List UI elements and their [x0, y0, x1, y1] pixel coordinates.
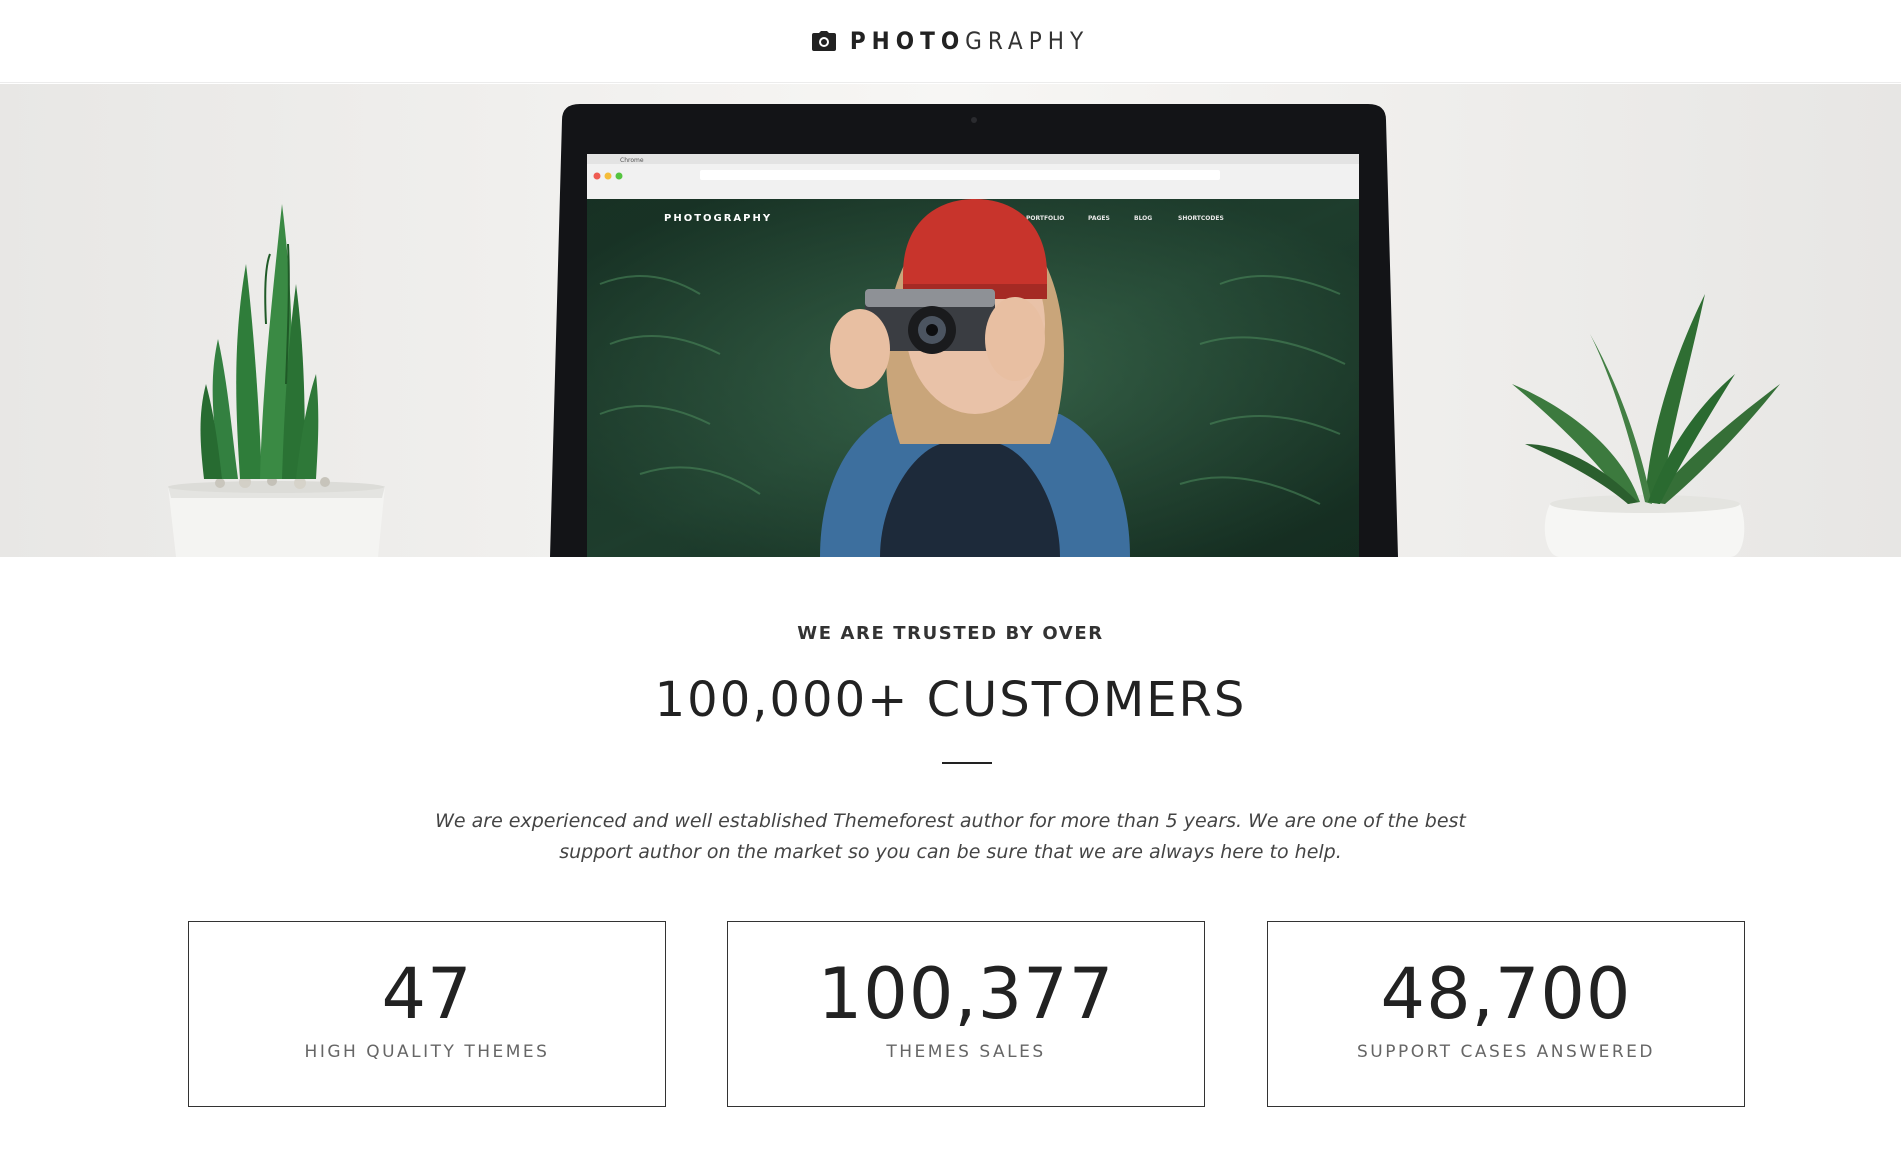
section-divider	[942, 762, 992, 764]
site-logo[interactable]: PHOTOGRAPHY	[811, 27, 1089, 55]
intro-paragraph: We are experienced and well established …	[435, 810, 1466, 863]
site-header: PHOTOGRAPHY	[0, 0, 1901, 83]
screen-nav-item: PORTFOLIO	[1026, 215, 1064, 222]
logo-bold-text: PHOTO	[849, 27, 966, 55]
browser-tab-label: Chrome	[620, 157, 644, 164]
stat-label: THEMES SALES	[886, 1042, 1046, 1062]
laptop: Chrome PHOTOGRAPHY HOMEGALLERYPORTFOLIOP…	[550, 104, 1398, 557]
trusted-kicker: WE ARE TRUSTED BY OVER	[797, 623, 1104, 644]
stat-value: 100,377	[817, 953, 1115, 1035]
hero-banner: Chrome PHOTOGRAPHY HOMEGALLERYPORTFOLIOP…	[0, 84, 1901, 557]
logo-wordmark: PHOTOGRAPHY	[850, 27, 1089, 55]
trusted-headline: 100,000+ CUSTOMERS	[654, 672, 1247, 728]
hero-image: Chrome PHOTOGRAPHY HOMEGALLERYPORTFOLIOP…	[0, 84, 1901, 557]
stat-value: 47	[381, 953, 473, 1035]
camera-icon	[811, 31, 836, 51]
stat-label: HIGH QUALITY THEMES	[304, 1042, 550, 1062]
stat-value: 48,700	[1380, 953, 1632, 1035]
screen-site-logo: PHOTOGRAPHY	[664, 213, 772, 224]
screen-nav-item: SHORTCODES	[1178, 215, 1224, 222]
stat-box-themes: 47 HIGH QUALITY THEMES	[188, 921, 666, 1107]
stat-box-support: 48,700 SUPPORT CASES ANSWERED	[1267, 921, 1745, 1107]
screen-nav-item: PAGES	[1088, 215, 1110, 222]
stat-box-sales: 100,377 THEMES SALES	[727, 921, 1205, 1107]
stat-label: SUPPORT CASES ANSWERED	[1356, 1042, 1656, 1062]
screen-nav-item: BLOG	[1134, 215, 1152, 222]
logo-light-text: GRAPHY	[965, 27, 1090, 55]
